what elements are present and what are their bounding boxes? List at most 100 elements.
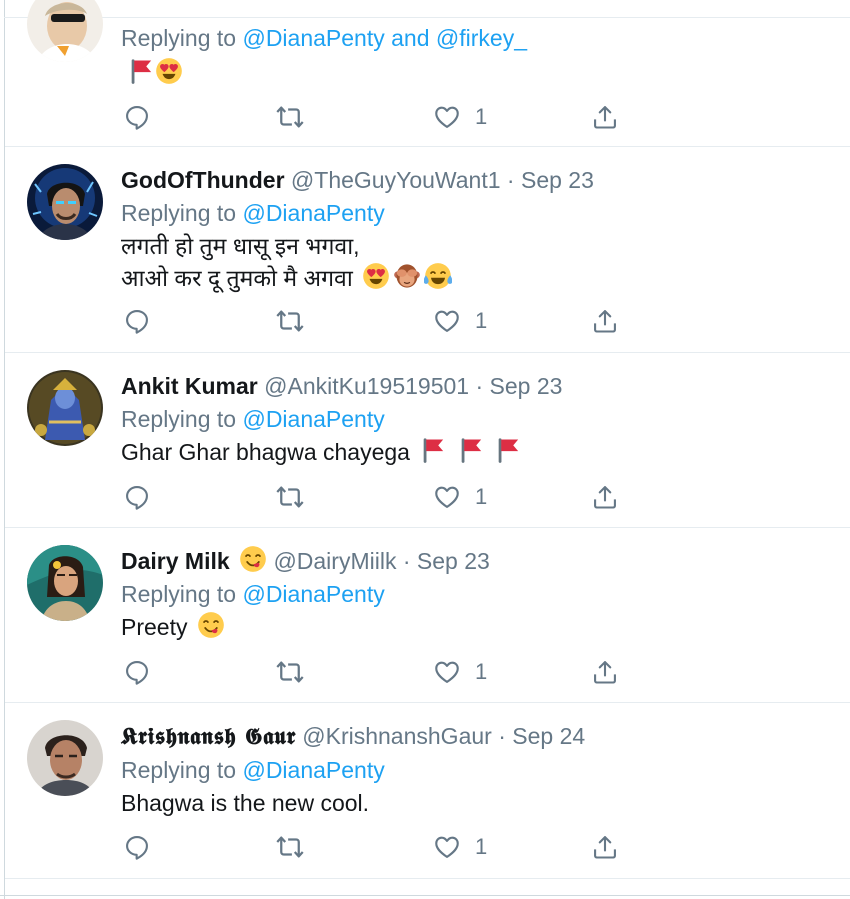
like-button[interactable]: 1 — [433, 830, 487, 864]
retweet-icon — [275, 832, 305, 862]
share-button[interactable] — [591, 830, 619, 864]
replying-to-label: Replying to — [121, 757, 237, 783]
user-handle[interactable]: @AnkitKu19519501 — [264, 373, 469, 399]
reply-icon — [123, 307, 151, 335]
reply-button[interactable] — [123, 304, 151, 338]
like-count: 1 — [475, 104, 488, 129]
avatar[interactable] — [27, 370, 103, 446]
tweet-date[interactable]: Sep 23 — [490, 373, 563, 399]
user-handle[interactable]: @DairyMiilk — [273, 548, 396, 574]
share-button[interactable] — [591, 480, 619, 514]
share-icon — [591, 103, 619, 131]
retweet-icon — [275, 102, 305, 132]
tweet-reply[interactable]: Replying to @DianaPenty and @firkey_ 1 — [5, 0, 850, 147]
like-button[interactable]: 1 — [433, 100, 487, 134]
avatar[interactable] — [27, 720, 103, 796]
share-icon — [591, 658, 619, 686]
avatar[interactable] — [27, 164, 103, 240]
tweet-actions: 1 — [121, 100, 641, 134]
tweet-reply[interactable]: Dairy Milk @DairyMiilk · Sep 23 Replying… — [5, 527, 850, 703]
share-icon — [591, 483, 619, 511]
tweet-date[interactable]: Sep 23 — [417, 548, 490, 574]
user-handle[interactable]: @TheGuyYouWant1 — [291, 167, 501, 193]
avatar[interactable] — [27, 545, 103, 621]
tweet-actions: 1 — [121, 304, 641, 338]
avatar[interactable] — [27, 0, 103, 62]
replying-to-label: Replying to — [121, 200, 237, 226]
retweet-button[interactable] — [275, 480, 305, 514]
display-name[interactable]: Dairy Milk — [121, 548, 230, 574]
reply-icon — [123, 833, 151, 861]
share-button[interactable] — [591, 100, 619, 134]
tweet-text: आओ कर दू तुमको मै अगवा — [121, 262, 850, 294]
retweet-button[interactable] — [275, 304, 305, 338]
mention-link[interactable]: @DianaPenty — [242, 200, 384, 226]
replying-to: Replying to @DianaPenty — [121, 577, 850, 611]
like-button[interactable]: 1 — [433, 304, 487, 338]
tweet-reply[interactable]: Ankit Kumar @AnkitKu19519501 · Sep 23 Re… — [5, 352, 850, 528]
frame-bottom-border — [0, 895, 850, 896]
retweet-button[interactable] — [275, 655, 305, 689]
reply-icon — [123, 483, 151, 511]
like-icon — [433, 307, 461, 335]
yum-face-emoji-icon — [239, 545, 267, 573]
reply-button[interactable] — [123, 830, 151, 864]
like-icon — [433, 658, 461, 686]
like-count: 1 — [475, 308, 488, 333]
tweet-date[interactable]: Sep 24 — [512, 723, 585, 749]
display-name[interactable]: GodOfThunder — [121, 167, 285, 193]
tweet-text — [127, 57, 850, 89]
mention-link[interactable]: @firkey_ — [436, 25, 527, 51]
like-icon — [433, 483, 461, 511]
reply-button[interactable] — [123, 480, 151, 514]
like-count: 1 — [475, 659, 488, 684]
reply-icon — [123, 103, 151, 131]
like-button[interactable]: 1 — [433, 655, 487, 689]
share-button[interactable] — [591, 655, 619, 689]
tweet-text-line: Bhagwa is the new cool. — [121, 790, 370, 816]
mention-link[interactable]: @DianaPenty — [242, 581, 384, 607]
replying-to: Replying to @DianaPenty — [121, 402, 850, 436]
separator-dot: · — [506, 167, 515, 193]
tweet-text-line: Ghar Ghar bhagwa chayega — [121, 439, 410, 465]
tweet-text: Preety — [121, 611, 850, 643]
and-label: and — [391, 25, 430, 51]
red-flag-emoji-icon — [419, 436, 447, 464]
heart-eyes-emoji-icon — [362, 262, 390, 290]
reply-button[interactable] — [123, 655, 151, 689]
tweet-date[interactable]: Sep 23 — [521, 167, 594, 193]
heart-eyes-emoji-icon — [155, 57, 183, 85]
tweet-header: Ankit Kumar @AnkitKu19519501 · Sep 23 — [121, 370, 850, 402]
retweet-button[interactable] — [275, 100, 305, 134]
share-icon — [591, 307, 619, 335]
separator-dot: · — [475, 373, 484, 399]
retweet-button[interactable] — [275, 830, 305, 864]
replying-to: Replying to @DianaPenty — [121, 196, 850, 230]
replying-to: Replying to @DianaPenty and @firkey_ — [121, 21, 850, 55]
share-button[interactable] — [591, 304, 619, 338]
mention-link[interactable]: @DianaPenty — [242, 25, 384, 51]
like-button[interactable]: 1 — [433, 480, 487, 514]
retweet-icon — [275, 482, 305, 512]
tweet-header: 𝕶𝖗𝖎𝖘𝖍𝖓𝖆𝖓𝖘𝖍 𝕲𝖆𝖚𝖗 @KrishnanshGaur · Sep 24 — [121, 720, 850, 753]
red-flag-emoji-icon — [457, 436, 485, 464]
replying-to-label: Replying to — [121, 25, 237, 51]
like-icon — [433, 833, 461, 861]
mention-link[interactable]: @DianaPenty — [242, 406, 384, 432]
reply-button[interactable] — [123, 100, 151, 134]
tweet-text: Ghar Ghar bhagwa chayega — [121, 436, 850, 468]
tweet-reply[interactable]: 𝕶𝖗𝖎𝖘𝖍𝖓𝖆𝖓𝖘𝖍 𝕲𝖆𝖚𝖗 @KrishnanshGaur · Sep 24… — [5, 702, 850, 879]
tweet-reply[interactable]: GodOfThunder @TheGuyYouWant1 · Sep 23 Re… — [5, 146, 850, 353]
display-name[interactable]: Ankit Kumar — [121, 373, 258, 399]
user-handle[interactable]: @KrishnanshGaur — [302, 723, 492, 749]
tweet-header: GodOfThunder @TheGuyYouWant1 · Sep 23 — [121, 164, 850, 196]
reply-icon — [123, 658, 151, 686]
separator-dot: · — [498, 723, 506, 749]
tweet-text-line: Preety — [121, 614, 188, 640]
like-count: 1 — [475, 834, 488, 859]
red-flag-emoji-icon — [494, 436, 522, 464]
mention-link[interactable]: @DianaPenty — [242, 757, 384, 783]
like-count: 1 — [475, 484, 488, 509]
see-no-evil-monkey-emoji-icon — [393, 262, 421, 290]
display-name[interactable]: 𝕶𝖗𝖎𝖘𝖍𝖓𝖆𝖓𝖘𝖍 𝕲𝖆𝖚𝖗 — [121, 723, 296, 750]
